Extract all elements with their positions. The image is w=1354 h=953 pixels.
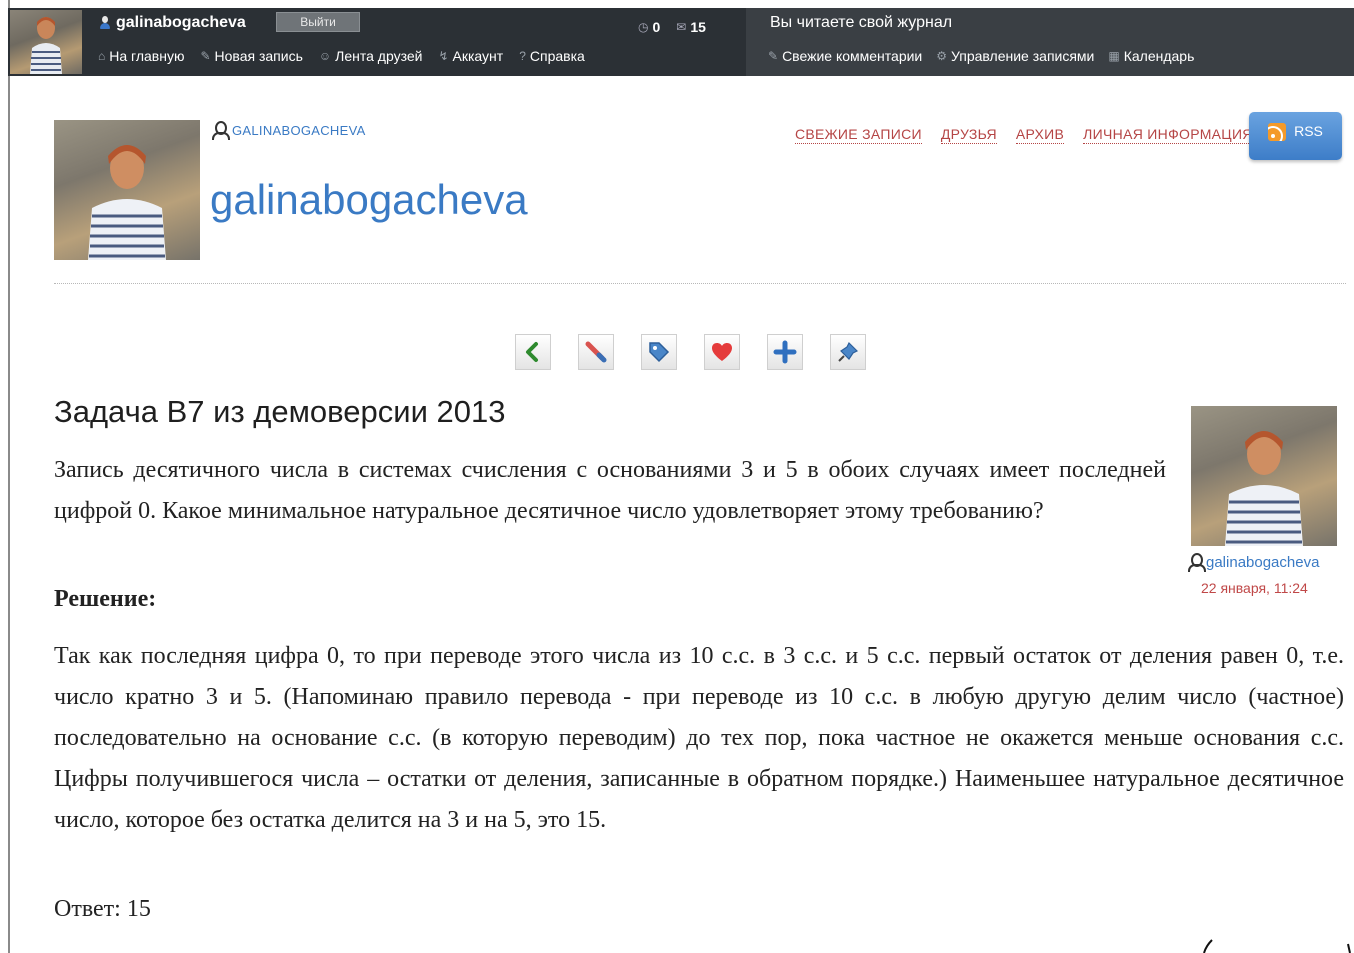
nav-calendar-label: Календарь xyxy=(1123,48,1195,64)
journal-user-link[interactable]: GALINABOGACHEVA xyxy=(212,120,366,140)
nav-manage-entries-label: Управление записями xyxy=(951,48,1095,64)
nav-new-entry-label: Новая запись xyxy=(214,48,303,64)
topbar-nav: ⌂ На главную ✎ Новая запись ☺ Лента друзей … xyxy=(98,48,585,64)
calendar-icon: ▦ xyxy=(1108,49,1120,63)
topbar-username[interactable]: galinabogacheva xyxy=(100,14,246,32)
plus-icon xyxy=(773,340,797,364)
pin-button[interactable] xyxy=(830,334,866,370)
back-button[interactable] xyxy=(515,334,551,370)
nav-help[interactable]: ? Справка xyxy=(519,48,585,64)
nav-friends-feed[interactable]: ☺ Лента друзей xyxy=(319,48,423,64)
tab-archive[interactable]: АРХИВ xyxy=(1015,126,1065,144)
help-icon: ? xyxy=(519,49,526,63)
user-icon xyxy=(1188,552,1206,572)
rss-button[interactable]: RSS xyxy=(1249,112,1342,160)
entry-body: Запись десятичного числа в системах счис… xyxy=(54,457,1166,524)
top-bar: galinabogacheva Выйти ◷ 0 ✉ 15 ⌂ На главн… xyxy=(8,8,1354,76)
journal-userpic[interactable] xyxy=(54,120,200,260)
bubble-icon: ◷ xyxy=(638,20,649,34)
nav-home[interactable]: ⌂ На главную xyxy=(98,48,184,64)
comments-counter[interactable]: ◷ 0 xyxy=(638,19,660,35)
edit-button[interactable] xyxy=(578,334,614,370)
pencil-icon: ✎ xyxy=(200,49,211,63)
messages-counter[interactable]: ✉ 15 xyxy=(676,19,706,35)
home-icon: ⌂ xyxy=(98,49,106,63)
nav-account[interactable]: ↯ Аккаунт xyxy=(438,48,503,64)
journal-nav: ✎ Свежие комментарии ⚙ Управление записями… xyxy=(768,48,1194,64)
top-bar-journal-section: Вы читаете свой журнал ✎ Свежие комментар… xyxy=(746,8,1354,76)
journal-user-label: GALINABOGACHEVA xyxy=(232,122,366,138)
solution-text: Так как последняя цифра 0, то при перево… xyxy=(54,643,1344,833)
nav-recent-comments-label: Свежие комментарии xyxy=(782,48,923,64)
author-name-text: galinabogacheva xyxy=(1206,553,1320,571)
topbar-userpic[interactable] xyxy=(10,10,82,74)
back-icon xyxy=(526,342,538,362)
page-left-border xyxy=(8,0,10,953)
entry-date[interactable]: 22 января, 11:24 xyxy=(1201,580,1308,596)
user-icon xyxy=(100,16,110,30)
answer-text: Ответ: 15 xyxy=(54,896,151,922)
tag-button[interactable] xyxy=(641,334,677,370)
tag-icon xyxy=(649,342,670,363)
entry-title[interactable]: Задача В7 из демоверсии 2013 xyxy=(54,394,505,430)
nav-manage-entries[interactable]: ⚙ Управление записями xyxy=(936,48,1094,64)
header-divider xyxy=(54,283,1346,284)
solution-heading: Решение: xyxy=(54,586,157,612)
pin-icon xyxy=(838,341,859,362)
key-icon: ↯ xyxy=(438,49,449,63)
person-photo xyxy=(88,145,166,260)
nav-recent-comments[interactable]: ✎ Свежие комментарии xyxy=(768,48,922,64)
manage-icon: ⚙ xyxy=(936,49,948,63)
tab-friends[interactable]: ДРУЗЬЯ xyxy=(940,126,997,144)
tab-recent-entries[interactable]: СВЕЖИЕ ЗАПИСИ xyxy=(795,126,922,144)
journal-tabs: СВЕЖИЕ ЗАПИСИ ДРУЗЬЯ АРХИВ ЛИЧНАЯ ИНФОРМ… xyxy=(795,126,1253,144)
rss-label: RSS xyxy=(1294,123,1323,139)
nav-account-label: Аккаунт xyxy=(452,48,504,64)
author-link[interactable]: galinabogacheva xyxy=(1188,552,1319,572)
rss-icon xyxy=(1268,123,1287,141)
topbar-username-text: galinabogacheva xyxy=(116,14,246,31)
scribble-mark xyxy=(1203,939,1351,953)
author-userpic[interactable] xyxy=(1191,406,1337,546)
mail-icon: ✉ xyxy=(676,20,687,34)
comments-icon: ✎ xyxy=(768,49,779,63)
messages-count: 15 xyxy=(690,19,706,35)
logout-button[interactable]: Выйти xyxy=(276,12,360,32)
nav-calendar[interactable]: ▦ Календарь xyxy=(1108,48,1194,64)
journal-title[interactable]: galinabogacheva xyxy=(210,176,528,224)
comments-count: 0 xyxy=(652,19,661,35)
reading-notice: Вы читаете свой журнал xyxy=(770,14,953,31)
topbar-counters: ◷ 0 ✉ 15 xyxy=(638,14,706,40)
person-photo xyxy=(1225,431,1303,546)
person-photo xyxy=(30,17,62,74)
user-icon xyxy=(212,120,230,140)
nav-friends-feed-label: Лента друзей xyxy=(335,48,423,64)
edit-icon xyxy=(585,341,607,363)
nav-home-label: На главную xyxy=(109,48,185,64)
nav-help-label: Справка xyxy=(529,48,585,64)
tab-profile[interactable]: ЛИЧНАЯ ИНФОРМАЦИЯ xyxy=(1083,126,1253,144)
add-button[interactable] xyxy=(767,334,803,370)
entry-actions xyxy=(515,334,866,370)
favorite-button[interactable] xyxy=(704,334,740,370)
heart-icon xyxy=(712,343,732,361)
friends-icon: ☺ xyxy=(318,49,332,63)
nav-new-entry[interactable]: ✎ Новая запись xyxy=(200,48,302,64)
top-bar-user-section: galinabogacheva Выйти ◷ 0 ✉ 15 ⌂ На главн… xyxy=(8,8,746,76)
